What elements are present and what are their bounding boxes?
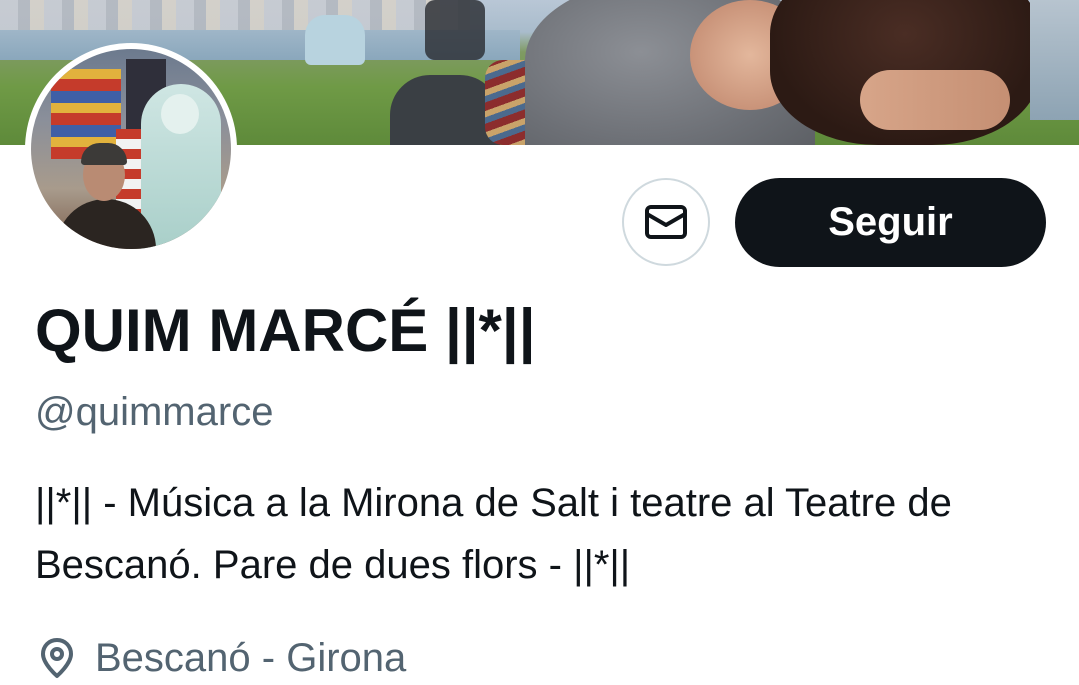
avatar[interactable] (25, 43, 237, 255)
user-handle: @quimmarce (35, 390, 274, 434)
mail-icon (645, 205, 687, 239)
profile-bio: ||*|| - Música a la Mirona de Salt i tea… (35, 481, 952, 587)
follow-button[interactable]: Seguir (735, 178, 1046, 267)
location-pin-icon (41, 637, 73, 678)
avatar-image (31, 49, 231, 249)
location-text: Bescanó - Girona (95, 635, 407, 680)
display-name: QUIM MARCÉ ||*|| (35, 297, 536, 364)
profile-location: Bescanó - Girona (35, 630, 406, 685)
message-button[interactable] (622, 178, 710, 266)
